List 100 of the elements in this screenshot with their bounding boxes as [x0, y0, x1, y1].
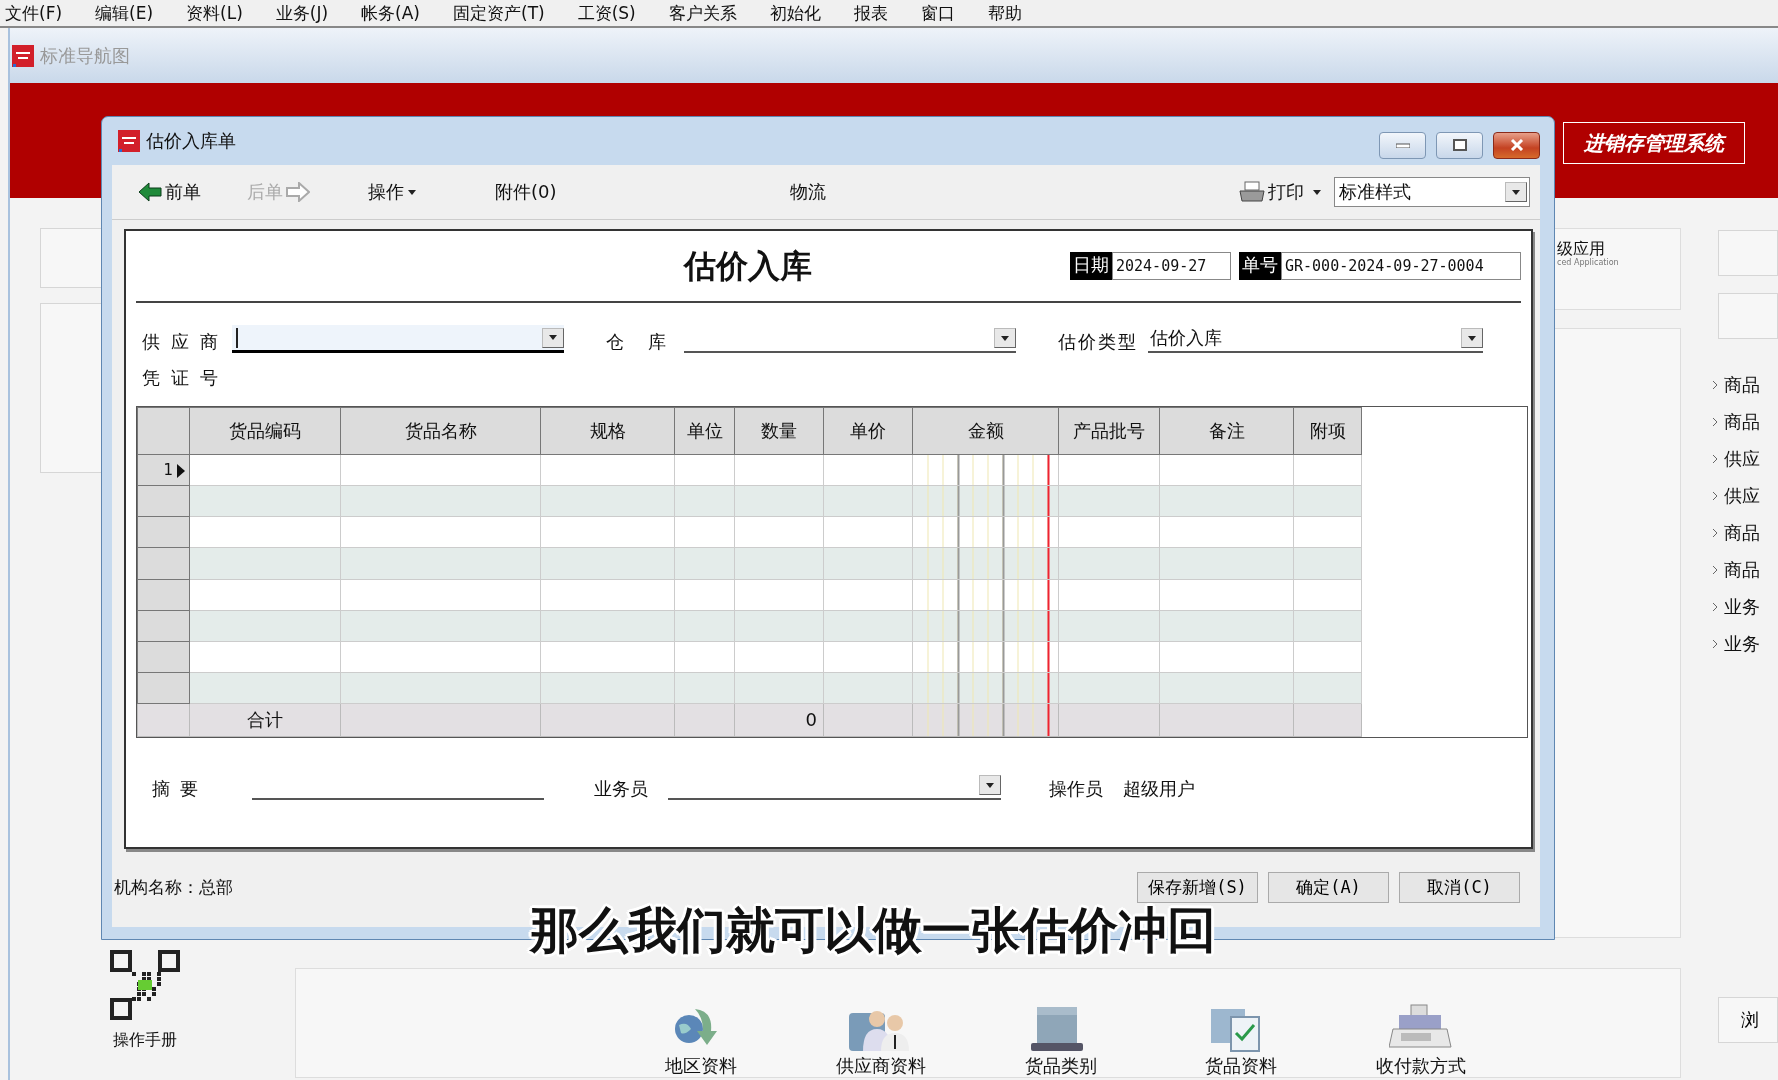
column-header[interactable]: 货品名称	[340, 407, 541, 455]
menu-item[interactable]: 帮助	[987, 2, 1022, 24]
table-cell[interactable]	[823, 672, 913, 704]
table-cell[interactable]	[189, 547, 341, 579]
table-cell[interactable]	[340, 516, 541, 548]
table-cell[interactable]	[1058, 454, 1160, 486]
minimize-button[interactable]	[1379, 131, 1426, 159]
table-cell[interactable]	[734, 672, 824, 704]
table-cell[interactable]	[1293, 516, 1362, 548]
table-cell[interactable]	[674, 672, 735, 704]
table-cell[interactable]	[340, 672, 541, 704]
table-cell[interactable]	[1058, 641, 1160, 673]
table-cell[interactable]	[912, 454, 1059, 486]
column-header[interactable]: 单位	[674, 407, 735, 455]
shortcut-label[interactable]: 地区资料	[665, 1055, 737, 1077]
table-cell[interactable]	[674, 641, 735, 673]
row-header[interactable]	[137, 641, 190, 673]
table-cell[interactable]	[823, 610, 913, 642]
maximize-button[interactable]	[1436, 131, 1483, 159]
toolbar-button[interactable]: 附件(0)	[491, 179, 561, 205]
shortcut-label[interactable]: 收付款方式	[1376, 1055, 1466, 1077]
table-cell[interactable]	[1159, 485, 1294, 517]
menu-item[interactable]: 编辑(E)	[95, 2, 154, 24]
dropdown-button[interactable]	[994, 328, 1016, 348]
toolbar-button[interactable]: 前单	[134, 179, 205, 205]
table-cell[interactable]	[540, 610, 675, 642]
manual-label[interactable]: 操作手册	[113, 1030, 177, 1050]
table-cell[interactable]	[1293, 485, 1362, 517]
table-cell[interactable]	[674, 485, 735, 517]
table-cell[interactable]	[674, 610, 735, 642]
table-cell[interactable]	[674, 454, 735, 486]
table-cell[interactable]	[734, 641, 824, 673]
menu-item[interactable]: 业务(J)	[275, 2, 329, 24]
column-header[interactable]: 数量	[734, 407, 824, 455]
table-cell[interactable]	[340, 610, 541, 642]
row-header[interactable]	[137, 547, 190, 579]
table-cell[interactable]	[540, 579, 675, 611]
table-cell[interactable]	[823, 641, 913, 673]
style-select[interactable]: 标准样式	[1334, 177, 1530, 207]
menu-item[interactable]: 报表	[853, 2, 888, 24]
print-button[interactable]: 打印	[1235, 179, 1308, 205]
table-cell[interactable]	[340, 454, 541, 486]
row-header[interactable]	[137, 516, 190, 548]
close-button[interactable]	[1493, 131, 1540, 159]
dialog-button[interactable]: 取消(C)	[1399, 872, 1520, 903]
table-cell[interactable]	[823, 516, 913, 548]
menu-item[interactable]: 窗口	[920, 2, 955, 24]
shortcut-label[interactable]: 货品类别	[1025, 1055, 1097, 1077]
table-cell[interactable]	[912, 516, 1059, 548]
table-cell[interactable]	[674, 547, 735, 579]
table-cell[interactable]	[734, 547, 824, 579]
row-header[interactable]	[137, 485, 190, 517]
table-cell[interactable]	[1159, 610, 1294, 642]
table-cell[interactable]	[912, 579, 1059, 611]
table-cell[interactable]	[734, 516, 824, 548]
table-cell[interactable]	[540, 641, 675, 673]
menu-link[interactable]: 商品	[1724, 373, 1760, 396]
table-cell[interactable]	[540, 454, 675, 486]
table-cell[interactable]	[189, 485, 341, 517]
table-cell[interactable]	[540, 672, 675, 704]
table-cell[interactable]	[1159, 516, 1294, 548]
table-cell[interactable]	[912, 641, 1059, 673]
table-cell[interactable]	[734, 610, 824, 642]
row-header[interactable]	[137, 579, 190, 611]
column-header[interactable]: 附项	[1293, 407, 1362, 455]
shortcut-label[interactable]: 供应商资料	[836, 1055, 926, 1077]
table-cell[interactable]	[189, 516, 341, 548]
table-cell[interactable]	[1058, 485, 1160, 517]
menu-item[interactable]: 客户关系	[668, 2, 737, 24]
table-cell[interactable]	[189, 454, 341, 486]
table-cell[interactable]	[1159, 641, 1294, 673]
dropdown-button[interactable]	[979, 775, 1001, 795]
table-cell[interactable]	[540, 516, 675, 548]
number-field[interactable]: GR-000-2024-09-27-0004	[1281, 252, 1521, 280]
table-cell[interactable]	[912, 485, 1059, 517]
row-header[interactable]: 1	[137, 454, 190, 486]
table-cell[interactable]	[912, 610, 1059, 642]
table-cell[interactable]	[189, 641, 341, 673]
menu-link[interactable]: 业务	[1724, 595, 1760, 618]
table-cell[interactable]	[912, 672, 1059, 704]
table-cell[interactable]	[823, 579, 913, 611]
column-header[interactable]: 货品编码	[189, 407, 341, 455]
date-field[interactable]: 2024-09-27	[1112, 252, 1231, 280]
table-cell[interactable]	[1159, 547, 1294, 579]
table-cell[interactable]	[1058, 610, 1160, 642]
menu-link[interactable]: 商品	[1724, 410, 1760, 433]
table-cell[interactable]	[1058, 516, 1160, 548]
dialog-button[interactable]: 确定(A)	[1268, 872, 1389, 903]
menu-item[interactable]: 初始化	[769, 2, 821, 24]
table-cell[interactable]	[540, 547, 675, 579]
dropdown-field[interactable]: 估价入库	[1148, 325, 1483, 353]
table-cell[interactable]	[823, 547, 913, 579]
table-cell[interactable]	[189, 579, 341, 611]
table-cell[interactable]	[912, 547, 1059, 579]
table-cell[interactable]	[823, 485, 913, 517]
table-cell[interactable]	[1159, 672, 1294, 704]
side-button[interactable]: 浏	[1718, 997, 1778, 1043]
table-cell[interactable]	[734, 454, 824, 486]
menu-item[interactable]: 固定资产(T)	[453, 2, 545, 24]
table-cell[interactable]	[734, 485, 824, 517]
